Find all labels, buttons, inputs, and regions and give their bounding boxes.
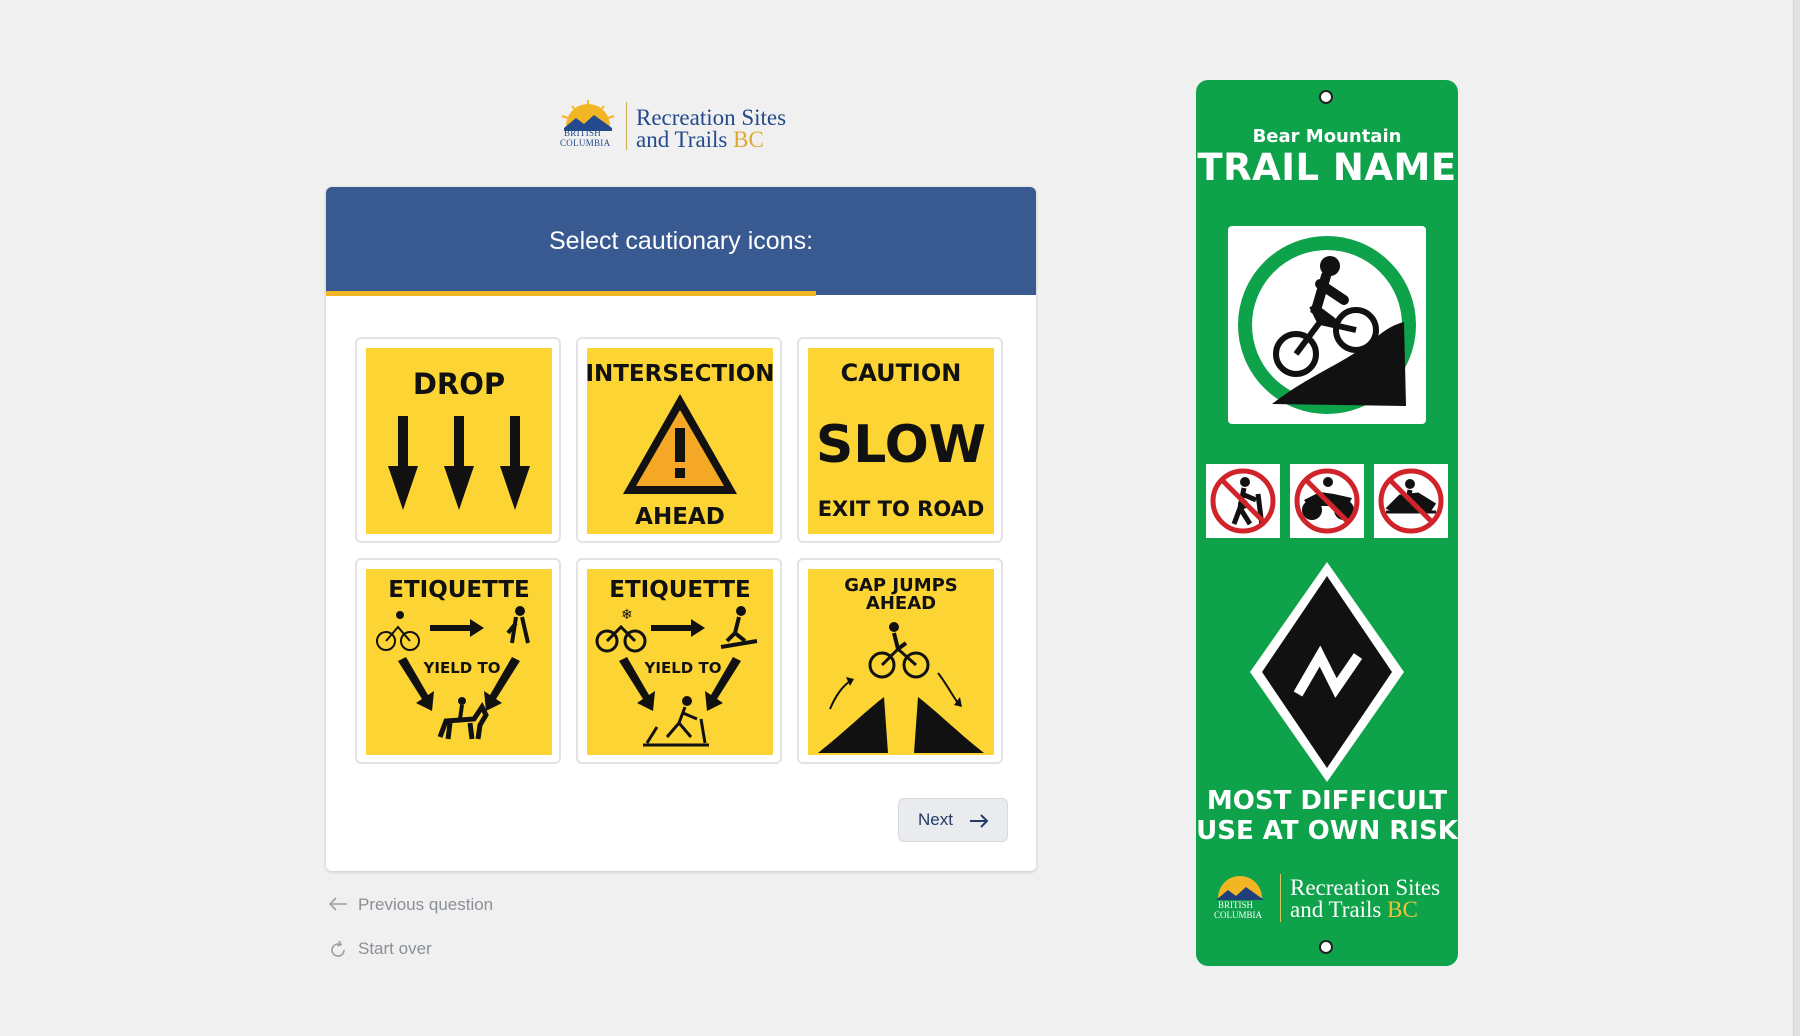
black-diamond-icon [1250,562,1404,782]
svg-text:AHEAD: AHEAD [635,504,725,530]
icon-option-drop[interactable]: DROP [355,337,561,543]
svg-text:DROP: DROP [413,367,505,401]
mount-bolt-icon [1319,940,1333,954]
question-card: Select cautionary icons: DROP INTERSECTI… [326,187,1036,871]
gap-jumps-sign-icon: GAP JUMPS AHEAD [808,569,994,755]
brand-logo: BRITISH COLUMBIA Recreation Sites and Tr… [558,98,798,154]
start-over-link[interactable]: Start over [326,937,456,961]
svg-text:ETIQUETTE: ETIQUETTE [609,577,751,603]
progress-bar [326,291,816,296]
svg-text:SLOW: SLOW [816,415,986,475]
svg-text:YIELD TO: YIELD TO [644,659,722,677]
svg-text:AHEAD: AHEAD [866,593,936,614]
svg-text:ETIQUETTE: ETIQUETTE [388,577,530,603]
mountain-bike-icon [1228,226,1426,424]
trail-sign-brand-logo: BRITISH COLUMBIA Recreation Sites and Tr… [1210,870,1450,926]
province-name-2: COLUMBIA [560,138,611,148]
no-hiking-icon [1206,464,1280,538]
brand-line-2: and Trails BC [636,127,764,152]
previous-question-label: Previous question [358,895,494,914]
svg-text:EXIT TO ROAD: EXIT TO ROAD [818,497,985,521]
svg-text:YIELD TO: YIELD TO [423,659,501,677]
no-atv-icon [1290,464,1364,538]
intersection-sign-icon: INTERSECTION AHEAD [587,348,773,534]
icon-option-etiquette-ski[interactable]: ETIQUETTE ❄ YIELD TO [576,558,782,764]
difficulty-label: MOST DIFFICULT [1206,786,1448,816]
icon-option-intersection[interactable]: INTERSECTION AHEAD [576,337,782,543]
province-name-1: BRITISH [564,128,602,138]
caution-slow-sign-icon: CAUTION SLOW EXIT TO ROAD [808,348,994,534]
logo-divider [1280,874,1281,922]
arrow-left-icon [328,897,347,911]
risk-label: USE AT OWN RISK [1196,816,1458,846]
province-name-2: COLUMBIA [1214,910,1263,920]
svg-text:CAUTION: CAUTION [841,359,962,387]
svg-text:❄: ❄ [621,607,633,623]
logo-divider [626,102,627,150]
next-button[interactable]: Next [898,798,1008,842]
brand-line-1: Recreation Sites [1290,875,1441,900]
next-button-label: Next [918,810,953,829]
scrollbar[interactable] [1793,0,1800,1036]
restart-icon [331,940,345,957]
brand-line-2: and Trails BC [1290,897,1418,922]
arrow-right-icon [970,814,989,828]
icon-option-gap-jumps[interactable]: GAP JUMPS AHEAD [797,558,1003,764]
question-header: Select cautionary icons: [326,187,1036,295]
drop-sign-icon: DROP [366,348,552,534]
previous-question-link[interactable]: Previous question [326,893,526,917]
trail-location: Bear Mountain [1252,126,1402,147]
trail-sign-preview: Bear Mountain TRAIL NAME MOST DIFFICULT … [1196,80,1458,966]
mount-bolt-icon [1319,90,1333,104]
etiquette-horse-sign-icon: ETIQUETTE YIELD TO [366,569,552,755]
brand-line-1: Recreation Sites [636,105,787,130]
icon-option-caution-slow[interactable]: CAUTION SLOW EXIT TO ROAD [797,337,1003,543]
question-title: Select cautionary icons: [548,227,814,255]
no-snowmobile-icon [1374,464,1448,538]
province-name-1: BRITISH [1218,900,1254,910]
trail-name: TRAIL NAME [1197,146,1457,189]
start-over-label: Start over [358,939,432,958]
svg-text:INTERSECTION: INTERSECTION [587,361,773,387]
etiquette-ski-sign-icon: ETIQUETTE ❄ YIELD TO [587,569,773,755]
icon-option-etiquette-horse[interactable]: ETIQUETTE YIELD TO [355,558,561,764]
